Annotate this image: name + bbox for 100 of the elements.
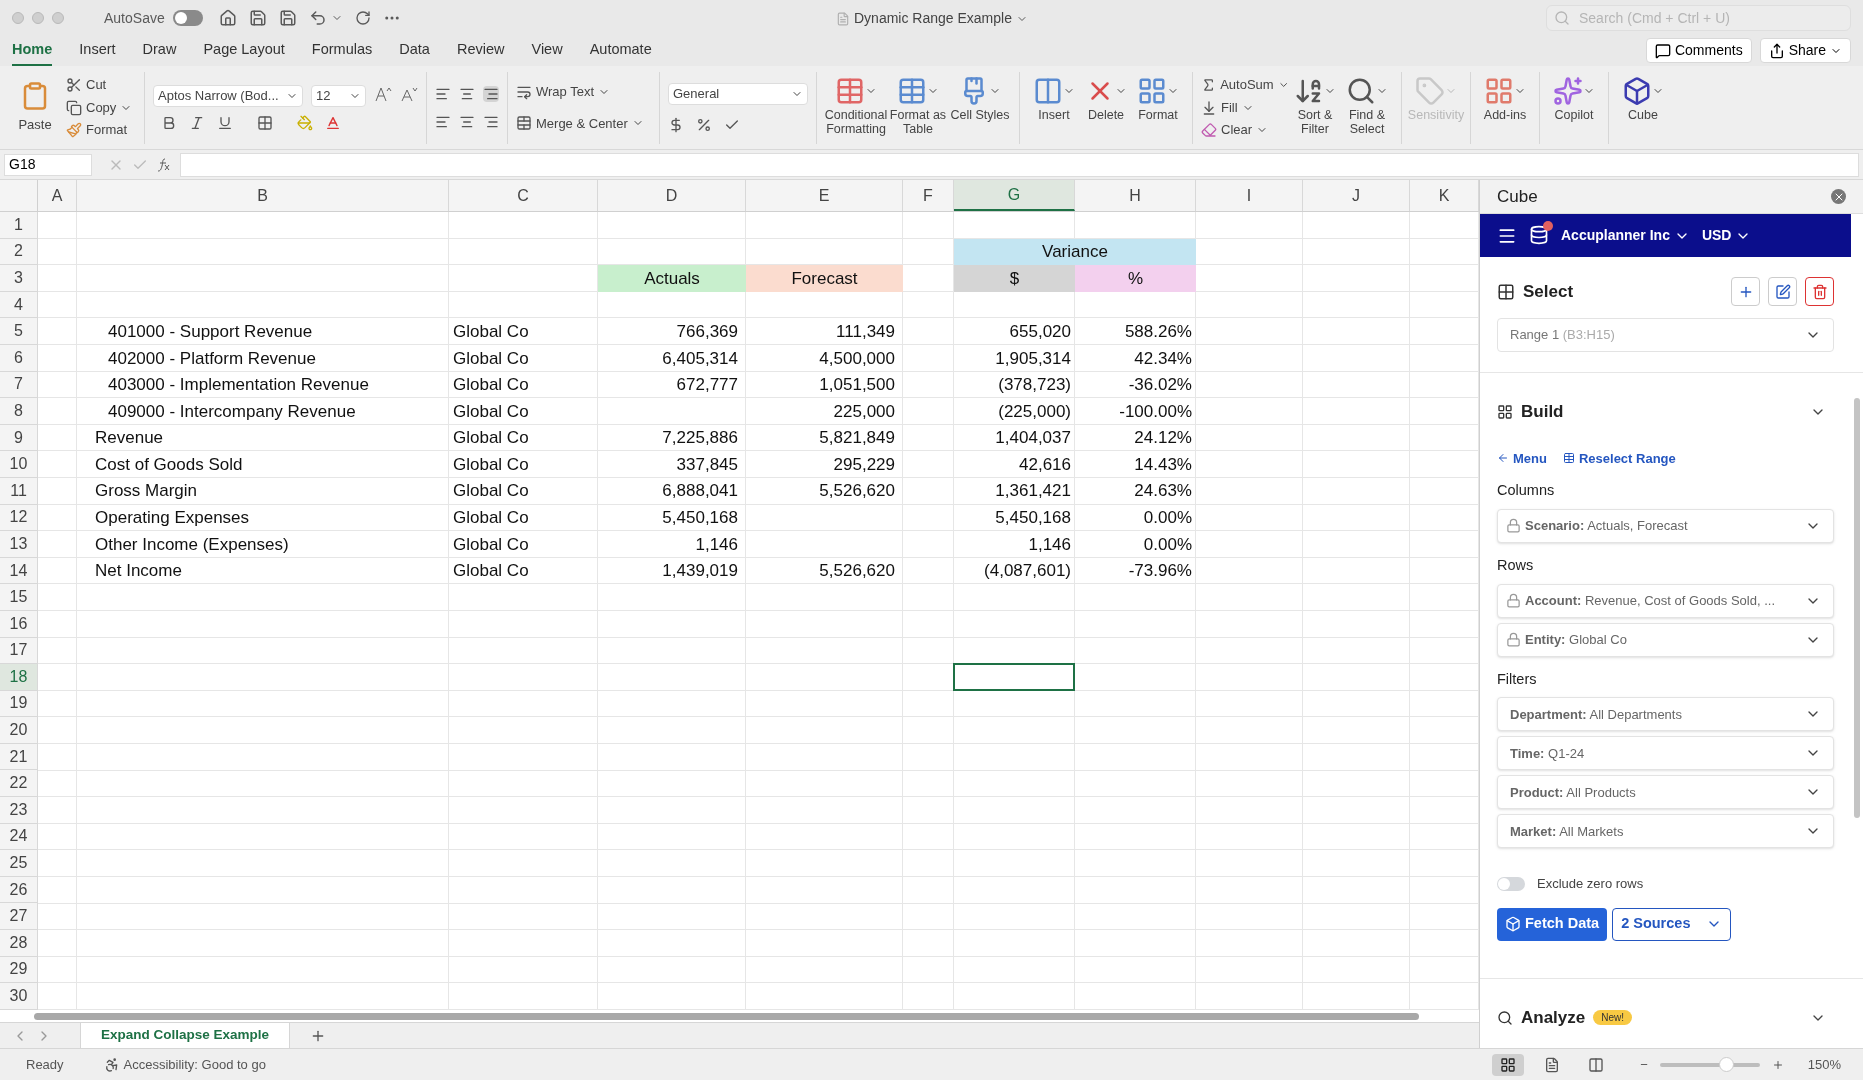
row-header[interactable]: 23 — [0, 797, 38, 824]
row-header[interactable]: 14 — [0, 557, 38, 585]
column-header[interactable]: H — [1075, 180, 1196, 211]
fetch-data-button[interactable]: Fetch Data — [1497, 907, 1608, 941]
row-header[interactable]: 2 — [0, 238, 38, 266]
row-header[interactable]: 8 — [0, 398, 38, 425]
autosave-toggle[interactable] — [172, 10, 203, 26]
comments-button[interactable]: Comments — [1645, 38, 1752, 63]
row-header[interactable]: 19 — [0, 690, 38, 718]
column-header[interactable]: G — [954, 180, 1075, 211]
percent-icon[interactable] — [696, 116, 712, 133]
ribbon-button[interactable]: Sort & Filter — [1289, 69, 1341, 146]
row-header[interactable]: 17 — [0, 637, 38, 665]
sheet-tab[interactable]: Expand Collapse Example — [80, 1023, 291, 1048]
zoom-in-icon[interactable] — [1771, 1058, 1784, 1071]
font-color-icon[interactable] — [325, 114, 341, 131]
row-header[interactable]: 26 — [0, 876, 38, 904]
column-header[interactable]: I — [1196, 180, 1303, 211]
zoom-slider[interactable] — [1659, 1056, 1760, 1073]
view-button[interactable] — [1492, 1053, 1525, 1076]
accessibility-status[interactable]: Accessibility: Good to go — [123, 1054, 266, 1075]
home-icon[interactable] — [218, 9, 237, 27]
autosum-button[interactable]: AutoSum — [1201, 75, 1289, 95]
add-button[interactable] — [1731, 277, 1760, 306]
dropdown-field[interactable]: Market: All Markets — [1497, 814, 1834, 849]
row-header[interactable]: 11 — [0, 477, 38, 505]
ribbon-button[interactable]: Copilot — [1548, 69, 1600, 146]
currency-dropdown[interactable]: USD — [1701, 225, 1752, 246]
row-header[interactable]: 30 — [0, 983, 38, 1010]
paste-button[interactable]: Paste — [12, 80, 58, 135]
row-header[interactable]: 9 — [0, 424, 38, 452]
column-header[interactable]: C — [449, 180, 598, 211]
edit-button[interactable] — [1768, 277, 1797, 306]
ribbon-button[interactable]: Insert — [1028, 69, 1080, 146]
redo-icon[interactable] — [354, 10, 371, 26]
horizontal-scrollbar[interactable] — [34, 1012, 1419, 1020]
ribbon-button[interactable]: Add-ins — [1479, 69, 1531, 146]
ribbon-button[interactable]: Find & Select — [1341, 69, 1393, 146]
row-header[interactable]: 15 — [0, 584, 38, 611]
ribbon-tab[interactable]: Automate — [589, 36, 652, 66]
ribbon-tab[interactable]: Draw — [142, 36, 177, 66]
borders-icon[interactable] — [257, 114, 273, 131]
fill-color-icon[interactable] — [297, 114, 313, 131]
row-header[interactable]: 12 — [0, 504, 38, 532]
font-size-dropdown[interactable]: 12 — [311, 84, 366, 107]
ribbon-tab[interactable]: Data — [399, 36, 430, 66]
dropdown-field[interactable]: Account: Revenue, Cost of Goods Sold, ... — [1497, 583, 1834, 618]
function-icon[interactable] — [156, 156, 172, 173]
ribbon-tab[interactable]: Formulas — [311, 36, 373, 66]
italic-icon[interactable] — [189, 114, 205, 131]
cell-cursor[interactable] — [953, 663, 1075, 691]
clear-button[interactable]: Clear — [1201, 120, 1289, 140]
row-header[interactable]: 7 — [0, 371, 38, 399]
column-header[interactable]: A — [38, 180, 77, 211]
delete-button[interactable] — [1805, 277, 1834, 306]
row-header[interactable]: 10 — [0, 451, 38, 478]
ribbon-button[interactable]: Conditional Formatting — [825, 69, 887, 146]
row-header[interactable]: 25 — [0, 850, 38, 877]
row-header[interactable]: 18 — [0, 664, 38, 691]
font-name-dropdown[interactable]: Aptos Narrow (Bod... — [153, 84, 303, 107]
ribbon-tab[interactable]: View — [531, 36, 563, 66]
row-header[interactable]: 28 — [0, 930, 38, 957]
panel-scrollbar[interactable] — [1854, 398, 1860, 818]
column-header[interactable]: B — [77, 180, 449, 211]
ribbon-tab[interactable]: Page Layout — [203, 36, 285, 66]
column-header[interactable]: J — [1303, 180, 1410, 211]
merge-center-button[interactable]: Merge & Center — [516, 113, 651, 133]
save-as-icon[interactable] — [278, 9, 297, 27]
dropdown-field[interactable]: Time: Q1-24 — [1497, 736, 1834, 771]
close-button[interactable] — [1831, 189, 1846, 204]
row-header[interactable]: 21 — [0, 743, 38, 771]
slider-thumb[interactable] — [1718, 1056, 1734, 1072]
row-header[interactable]: 29 — [0, 956, 38, 984]
name-box[interactable]: G18 — [4, 153, 92, 176]
row-header[interactable]: 20 — [0, 717, 38, 744]
range-dropdown[interactable]: Range 1 (B3:H15) — [1497, 318, 1834, 352]
currency-icon[interactable] — [668, 116, 684, 133]
back-link[interactable]: Menu — [1497, 448, 1547, 468]
cut-button[interactable]: Cut — [66, 75, 136, 95]
row-header[interactable]: 16 — [0, 610, 38, 638]
ribbon-button[interactable]: Cell Styles — [949, 69, 1011, 146]
dropdown-field[interactable]: Scenario: Actuals, Forecast — [1497, 508, 1834, 543]
row-header[interactable]: 13 — [0, 531, 38, 558]
row-header[interactable]: 5 — [0, 318, 38, 345]
reselect-link[interactable]: Reselect Range — [1562, 448, 1676, 468]
exclude-zero-toggle[interactable] — [1497, 877, 1525, 891]
ribbon-button[interactable]: Cube — [1617, 69, 1669, 146]
row-header[interactable]: 22 — [0, 770, 38, 798]
dropdown-field[interactable]: Department: All Departments — [1497, 697, 1834, 732]
column-header[interactable]: D — [598, 180, 746, 211]
ribbon-button[interactable]: Format — [1132, 69, 1184, 146]
format-painter-button[interactable]: Format — [66, 120, 136, 140]
dropdown-field[interactable]: Product: All Products — [1497, 775, 1834, 810]
ribbon-tab[interactable]: Insert — [79, 36, 116, 66]
save-icon[interactable] — [248, 9, 267, 27]
row-header[interactable]: 27 — [0, 903, 38, 931]
sources-dropdown[interactable]: 2 Sources — [1612, 907, 1732, 941]
zoom-out-button[interactable]: − — [1640, 1054, 1648, 1075]
ribbon-button[interactable]: Delete — [1080, 69, 1132, 146]
row-header[interactable]: 4 — [0, 291, 38, 319]
